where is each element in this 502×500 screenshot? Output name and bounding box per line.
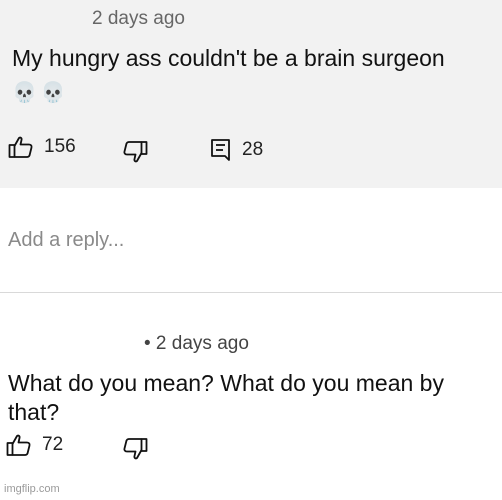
watermark: imgflip.com [4,483,60,495]
skull-emoji: 💀💀 [12,82,70,104]
thumbs-down-icon [122,437,148,461]
comment-card-top: 2 days ago My hungry ass couldn't be a b… [0,0,502,188]
reply-text-line1: What do you mean? What do you mean by [8,370,444,396]
dislike-button[interactable] [122,140,148,164]
reply-input-placeholder[interactable]: Add a reply... [8,229,124,252]
like-count: 156 [44,136,76,157]
comment-icon [210,138,232,162]
reply-dislike-button[interactable] [122,437,148,461]
comment-timestamp: 2 days ago [92,8,185,29]
replies-button[interactable]: 28 [210,138,263,162]
reply-text-line2: that? [8,399,60,425]
reply-like-count: 72 [42,434,64,455]
thumbs-down-icon [122,140,148,164]
comment-text: My hungry ass couldn't be a brain surgeo… [12,45,445,71]
reply-like-button[interactable]: 72 [6,433,63,457]
divider [0,292,502,293]
like-button[interactable]: 156 [8,135,76,159]
reply-timestamp: • 2 days ago [144,333,249,354]
thumbs-up-icon [6,433,32,457]
reply-count: 28 [242,139,264,160]
reply-input-bar[interactable]: Add a reply... [0,215,502,270]
thumbs-up-icon [8,135,34,159]
